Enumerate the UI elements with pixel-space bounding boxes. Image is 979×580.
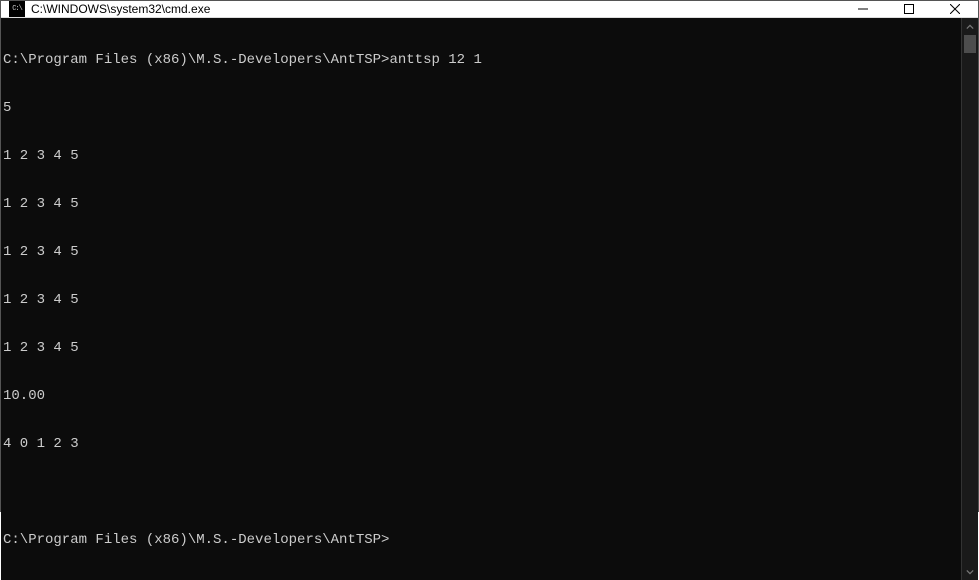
terminal-line: C:\Program Files (x86)\M.S.-Developers\A… [1, 52, 961, 68]
terminal-line [1, 484, 961, 500]
minimize-button[interactable] [840, 1, 886, 17]
close-button[interactable] [932, 1, 978, 17]
terminal-content[interactable]: C:\Program Files (x86)\M.S.-Developers\A… [1, 18, 961, 580]
vertical-scrollbar[interactable] [961, 18, 978, 580]
chevron-down-icon [966, 568, 974, 576]
scroll-down-button[interactable] [962, 563, 978, 580]
minimize-icon [858, 4, 868, 14]
scroll-thumb[interactable] [964, 35, 976, 53]
close-icon [950, 4, 960, 14]
scroll-up-button[interactable] [962, 18, 978, 35]
cmd-icon: C:\ [9, 1, 25, 17]
terminal-line: 1 2 3 4 5 [1, 340, 961, 356]
terminal-line: 4 0 1 2 3 [1, 436, 961, 452]
terminal-line: 1 2 3 4 5 [1, 292, 961, 308]
window-title: C:\WINDOWS\system32\cmd.exe [31, 2, 840, 16]
terminal-line: 1 2 3 4 5 [1, 196, 961, 212]
terminal-line: 5 [1, 100, 961, 116]
window-controls [840, 1, 978, 17]
maximize-button[interactable] [886, 1, 932, 17]
cmd-window: C:\ C:\WINDOWS\system32\cmd.exe [0, 0, 979, 512]
terminal-line: 1 2 3 4 5 [1, 148, 961, 164]
terminal-line: 1 2 3 4 5 [1, 244, 961, 260]
terminal-area: C:\Program Files (x86)\M.S.-Developers\A… [1, 18, 978, 580]
maximize-icon [904, 4, 914, 14]
terminal-line: 10.00 [1, 388, 961, 404]
scroll-track[interactable] [962, 35, 978, 563]
titlebar[interactable]: C:\ C:\WINDOWS\system32\cmd.exe [1, 1, 978, 18]
chevron-up-icon [966, 23, 974, 31]
terminal-prompt: C:\Program Files (x86)\M.S.-Developers\A… [1, 532, 961, 548]
